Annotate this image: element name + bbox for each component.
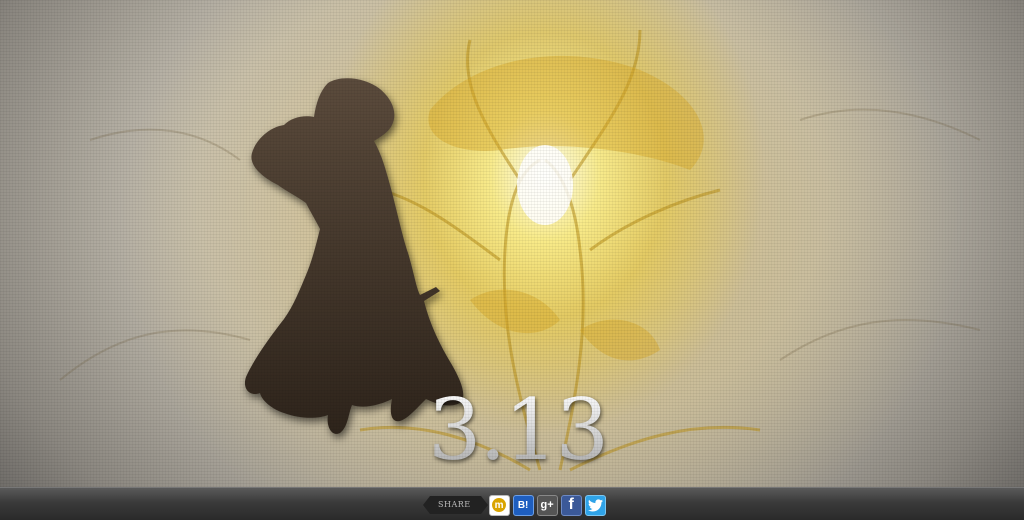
hero-stage: 3.13 — [0, 0, 1024, 487]
hatena-bookmark-icon: B! — [517, 499, 529, 511]
twitter-bird-icon — [587, 498, 603, 511]
share-toolbar: SHARE m B! g+ f — [423, 494, 606, 516]
google-plus-icon: g+ — [540, 499, 554, 511]
mixi-share-button[interactable]: m — [488, 494, 510, 516]
footer-bar: SHARE m B! g+ f — [0, 487, 1024, 520]
mixi-icon: m — [492, 498, 507, 512]
facebook-share-button[interactable]: f — [560, 494, 582, 516]
twitter-share-button[interactable] — [584, 494, 606, 516]
facebook-icon: f — [568, 496, 574, 513]
google-plus-share-button[interactable]: g+ — [536, 494, 558, 516]
hatena-bookmark-share-button[interactable]: B! — [512, 494, 534, 516]
event-date: 3.13 — [428, 381, 609, 479]
share-label: SHARE — [423, 496, 488, 514]
